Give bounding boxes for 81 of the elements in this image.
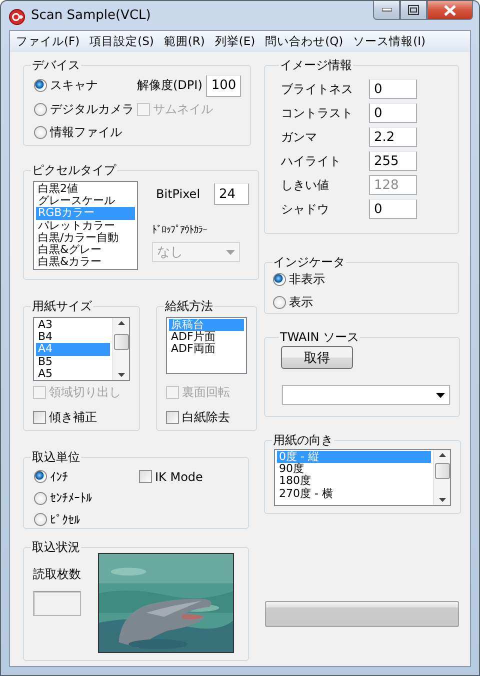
radio-button[interactable]: 表示 xyxy=(273,294,449,311)
list-box[interactable]: 白黒2値 グレースケール RGBカラー パレットカラー 白黒/カラー自動 白黒&グレー 白黒&カラー xyxy=(33,181,138,270)
field-label: ﾄﾞﾛｯﾌﾟｱｳﾄｶﾗｰ xyxy=(152,224,208,236)
group-title: 用紙サイズ xyxy=(31,298,93,315)
list-item[interactable]: B5 xyxy=(36,356,110,368)
input-field[interactable]: 0 xyxy=(369,103,417,123)
field-label: 解像度(DPI) xyxy=(137,77,202,94)
list-item[interactable]: 白黒2値 xyxy=(36,183,135,196)
input-field[interactable]: 255 xyxy=(369,151,417,171)
field-label: BitPixel xyxy=(156,187,200,201)
list-item[interactable]: グレースケール xyxy=(36,195,135,208)
scroll-down-icon[interactable] xyxy=(438,498,446,502)
maximize-button[interactable] xyxy=(400,1,427,20)
list-item[interactable]: ADF片面 xyxy=(169,331,244,344)
count-field xyxy=(33,591,81,616)
menu-item[interactable]: 列挙(E) xyxy=(210,34,260,49)
checkbox[interactable]: 白紙除去 xyxy=(166,409,247,426)
caret-icon xyxy=(226,250,235,254)
menu-item[interactable]: ファイル(F) xyxy=(11,34,85,49)
list-box[interactable]: 原稿台 ADF片面 ADF両面 xyxy=(166,317,247,374)
acquire-button[interactable]: 取得 xyxy=(281,346,353,369)
checkbox[interactable]: 傾き補正 xyxy=(33,409,130,426)
group-title: デバイス xyxy=(31,57,81,74)
scrollbar[interactable] xyxy=(433,450,450,505)
list-item[interactable]: 白黒&グレー xyxy=(36,244,135,256)
list-item[interactable]: ADF両面 xyxy=(169,343,244,356)
minimize-button[interactable] xyxy=(373,1,400,20)
group-title: 取込状況 xyxy=(31,539,81,556)
group-title: インジケータ xyxy=(272,254,346,271)
menu-item[interactable]: 問い合わせ(Q) xyxy=(260,34,348,49)
scroll-up-icon[interactable] xyxy=(118,321,124,325)
group-title: 取込単位 xyxy=(31,449,81,466)
radio-button[interactable]: 非表示 xyxy=(273,271,449,288)
radio-button[interactable]: ｲﾝﾁ xyxy=(34,470,139,484)
list-item[interactable]: 白黒/カラー自動 xyxy=(36,232,135,244)
field-label: ガンマ xyxy=(281,128,318,146)
scroll-up-icon[interactable] xyxy=(438,453,446,457)
radio-button[interactable]: ﾋﾟｸｾﾙ xyxy=(34,512,139,527)
close-button[interactable] xyxy=(427,1,473,20)
app-icon xyxy=(9,9,25,25)
menu-item[interactable]: 範囲(R) xyxy=(158,34,210,49)
scroll-down-icon[interactable] xyxy=(118,373,124,377)
radio-button[interactable]: スキャナ xyxy=(34,77,137,94)
field-label: コントラスト xyxy=(281,104,354,122)
field-label: ハイライト xyxy=(281,152,342,170)
input-field[interactable]: 100 xyxy=(206,74,242,97)
list-item[interactable]: 90度 xyxy=(277,463,431,476)
group-title: TWAIN ソース xyxy=(279,329,360,346)
checkbox[interactable]: IK Mode xyxy=(139,470,239,484)
group-title: イメージ情報 xyxy=(279,57,353,74)
list-item[interactable]: A5 xyxy=(36,368,110,380)
radio-button[interactable]: デジタルカメラ xyxy=(34,100,137,118)
list-item[interactable]: 白黒&カラー xyxy=(36,256,135,268)
list-item[interactable]: 180度 xyxy=(277,475,431,488)
close-icon xyxy=(444,4,456,16)
input-field[interactable]: 2.2 xyxy=(369,127,417,147)
window-title: Scan Sample(VCL) xyxy=(31,8,151,23)
maximize-icon xyxy=(408,5,419,15)
list-item[interactable]: B4 xyxy=(36,331,110,344)
field-label: ブライトネス xyxy=(281,80,354,98)
input-field[interactable]: 0 xyxy=(369,79,417,99)
menu-item[interactable]: 項目設定(S) xyxy=(84,34,159,49)
menu-item[interactable]: ソース情報(I) xyxy=(348,34,430,49)
radio-button[interactable]: 情報ファイル xyxy=(34,124,137,142)
field-label: 読取枚数 xyxy=(33,566,81,583)
group-title: 給紙方法 xyxy=(164,298,214,315)
field-label: シャドウ xyxy=(281,200,330,218)
input-field[interactable]: 24 xyxy=(214,183,250,205)
field-label: しきい値 xyxy=(281,176,330,194)
input-field[interactable]: 0 xyxy=(369,199,417,219)
list-box[interactable]: A3 B4 A4 B5 A5 xyxy=(33,317,130,381)
group-title: ピクセルタイプ xyxy=(31,162,117,179)
caret-icon xyxy=(436,392,445,398)
scrollbar[interactable] xyxy=(112,318,129,380)
list-item[interactable]: A3 xyxy=(36,319,110,332)
minimize-icon xyxy=(382,8,392,12)
group-title: 用紙の向き xyxy=(272,432,334,449)
list-item[interactable]: パレットカラー xyxy=(36,220,135,232)
list-box[interactable]: 0度 - 縦 90度 180度 270度 - 横 xyxy=(274,449,451,506)
list-item[interactable]: 270度 - 横 xyxy=(277,488,431,500)
radio-button[interactable]: ｾﾝﾁﾒｰﾄﾙ xyxy=(34,491,139,506)
